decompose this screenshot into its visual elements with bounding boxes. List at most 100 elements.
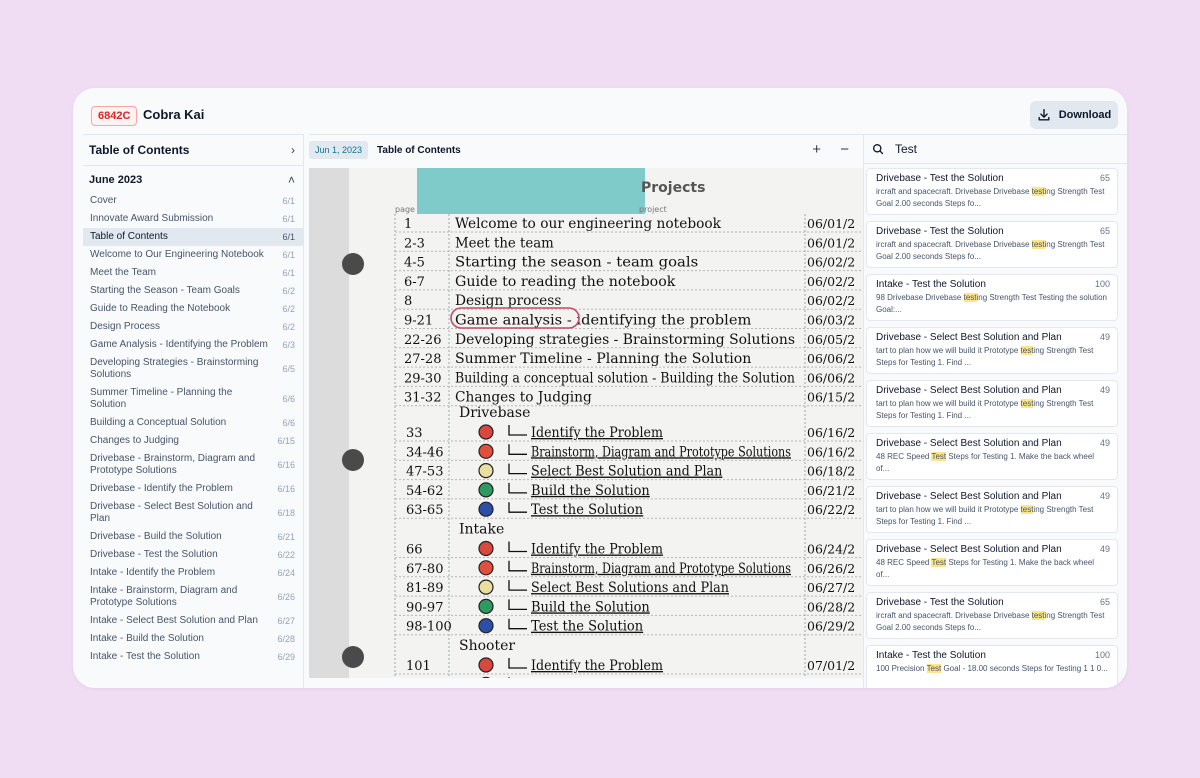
toc-item[interactable]: Cover 6/1 xyxy=(83,192,303,210)
entry-text: Build the Solution xyxy=(531,599,650,615)
status-dot xyxy=(478,443,494,459)
toc-item[interactable]: Innovate Award Submission 6/1 xyxy=(83,210,303,228)
toc-header[interactable]: Table of Contents › xyxy=(83,135,303,166)
entry-page: 8 xyxy=(404,294,412,309)
toc-item[interactable]: Intake - Select Best Solution and Plan 6/… xyxy=(83,612,303,630)
toc-item[interactable]: Starting the Season - Team Goals 6/2 xyxy=(83,282,303,300)
zoom-in-button[interactable]: + xyxy=(812,141,821,158)
toc-item-label: Welcome to Our Engineering Notebook xyxy=(90,249,264,260)
entry-date: 06/05/2 xyxy=(807,332,855,347)
entry-page: 22-26 xyxy=(404,333,441,348)
toc-item[interactable]: Changes to Judging 6/15 xyxy=(83,432,303,450)
result-title: Drivebase - Select Best Solution and Pla… xyxy=(876,544,1062,555)
toc-item[interactable]: Drivebase - Build the Solution 6/21 xyxy=(83,528,303,546)
status-dot xyxy=(478,598,494,614)
status-dot xyxy=(478,482,494,498)
zoom-out-button[interactable]: − xyxy=(840,141,849,158)
snippet-pre: 98 Drivebase Drivebase xyxy=(876,293,964,302)
toc-item[interactable]: Drivebase - Brainstorm, Diagram and Prot… xyxy=(83,450,303,480)
result-score: 49 xyxy=(1099,438,1110,448)
search-result-card[interactable]: Drivebase - Select Best Solution and Pla… xyxy=(866,486,1118,533)
search-result-card[interactable]: Drivebase - Test the Solution 65 ircraft a… xyxy=(866,592,1118,639)
entry-page: 9-21 xyxy=(404,314,433,329)
entry-date: 06/26/2 xyxy=(807,561,855,576)
result-title: Drivebase - Test the Solution xyxy=(876,226,1004,237)
search-result-card[interactable]: Drivebase - Test the Solution 65 ircraft a… xyxy=(866,168,1118,215)
search-result-card[interactable]: Drivebase - Select Best Solution and Pla… xyxy=(866,433,1118,480)
toc-item[interactable]: Building a Conceptual Solution 6/6 xyxy=(83,414,303,432)
month-group-header[interactable]: June 2023 ˄ xyxy=(83,168,303,192)
toc-item[interactable]: Drivebase - Select Best Solution and Pla… xyxy=(83,498,303,528)
toc-item-date: 6/28 xyxy=(277,634,295,644)
toc-item-label: Summer Timeline - Planning the Solution xyxy=(90,387,233,410)
toc-item-label: Developing Strategies - Brainstorming So… xyxy=(90,357,259,380)
app-window: 6842C Cobra Kai Download Table of Conten… xyxy=(73,88,1127,688)
sticky-note xyxy=(417,168,645,214)
toc-item[interactable]: Intake - Test the Solution 6/29 xyxy=(83,648,303,666)
toc-item[interactable]: Summer Timeline - Planning the Solution 6… xyxy=(83,384,303,414)
snippet-pre: 100 Precision xyxy=(876,664,927,673)
status-dot xyxy=(478,579,494,595)
search-results: Drivebase - Test the Solution 65 ircraft a… xyxy=(864,164,1127,688)
entry-date: 06/06/2 xyxy=(807,351,855,366)
entry-text: Game analysis - identifying the problem xyxy=(455,313,752,329)
toc-item[interactable]: Guide to Reading the Notebook 6/2 xyxy=(83,300,303,318)
search-result-card[interactable]: Intake - Test the Solution 100 98 Drivebas… xyxy=(866,274,1118,321)
toc-item-date: 6/2 xyxy=(282,322,295,332)
chevron-up-icon[interactable]: ˄ xyxy=(288,173,295,187)
search-result-card[interactable]: Drivebase - Select Best Solution and Pla… xyxy=(866,539,1118,586)
result-snippet: tart to plan how we will build it Protot… xyxy=(876,398,1108,422)
toc-item[interactable]: Game Analysis - Identifying the Problem 6… xyxy=(83,336,303,354)
toc-item[interactable]: Developing Strategies - Brainstorming So… xyxy=(83,354,303,384)
snippet-highlight: test xyxy=(1031,187,1045,196)
toc-item-label: Building a Conceptual Solution xyxy=(90,417,227,428)
toc-item-date: 6/1 xyxy=(282,232,295,242)
toc-item[interactable]: Table of Contents 6/1 xyxy=(83,228,303,246)
entry-page: 101 xyxy=(406,659,431,674)
search-bar xyxy=(864,135,1127,164)
toc-item[interactable]: Intake - Build the Solution 6/28 xyxy=(83,630,303,648)
status-dot xyxy=(478,540,494,557)
toc-item[interactable]: Intake - Brainstorm, Diagram and Prototy… xyxy=(83,582,303,612)
toc-item-date: 6/24 xyxy=(277,568,295,578)
toc-item[interactable]: Design Process 6/2 xyxy=(83,318,303,336)
snippet-highlight: Test xyxy=(926,664,942,673)
entry-text: Meet the team xyxy=(455,235,554,251)
result-title: Drivebase - Select Best Solution and Pla… xyxy=(876,491,1062,502)
entry-text: Starting the season - team goals xyxy=(455,255,698,271)
toc-item[interactable]: Drivebase - Test the Solution 6/22 xyxy=(83,546,303,564)
toc-item[interactable]: Drivebase - Identify the Problem 6/16 xyxy=(83,480,303,498)
chevron-right-icon[interactable]: › xyxy=(291,143,295,157)
entry-page: 67-80 xyxy=(406,562,443,577)
snippet-pre: ircraft and spacecraft. Drivebase Driveb… xyxy=(876,611,1032,620)
entry-page: 6-7 xyxy=(404,275,425,290)
entry-date: 06/02/2 xyxy=(807,293,855,308)
entry-date: 06/02/2 xyxy=(807,274,855,289)
search-result-card[interactable]: Drivebase - Select Best Solution and Pla… xyxy=(866,380,1118,427)
toc-item[interactable]: Intake - Identify the Problem 6/24 xyxy=(83,564,303,582)
entry-date: 06/27/2 xyxy=(807,580,855,595)
result-title: Drivebase - Select Best Solution and Pla… xyxy=(876,332,1062,343)
search-result-card[interactable]: Drivebase - Test the Solution 65 ircraft a… xyxy=(866,221,1118,268)
entry-page: 2-3 xyxy=(404,236,425,251)
toc-item[interactable]: Meet the Team 6/1 xyxy=(83,264,303,282)
search-input[interactable] xyxy=(893,141,1097,157)
toc-item[interactable]: Welcome to Our Engineering Notebook 6/1 xyxy=(83,246,303,264)
viewer-toolbar: Jun 1, 2023 Table of Contents + − xyxy=(309,135,863,165)
search-result-card[interactable]: Intake - Test the Solution 100 100 Precisi… xyxy=(866,645,1118,688)
entry-page: 29-30 xyxy=(404,371,441,386)
toc-item-date: 6/2 xyxy=(282,286,295,296)
search-result-card[interactable]: Drivebase - Select Best Solution and Pla… xyxy=(866,327,1118,374)
entry-text: Brainstorm, Diagram and Prototype Soluti… xyxy=(531,444,791,460)
status-dot xyxy=(478,657,494,673)
result-snippet: ircraft and spacecraft. Drivebase Driveb… xyxy=(876,610,1108,634)
result-snippet: tart to plan how we will build it Protot… xyxy=(876,504,1108,528)
toc-item-label: Intake - Identify the Problem xyxy=(90,567,216,578)
result-snippet: 48 REC Speed Test Steps for Testing 1. M… xyxy=(876,451,1108,475)
header: 6842C Cobra Kai Download xyxy=(73,88,1127,134)
snippet-pre: ircraft and spacecraft. Drivebase Driveb… xyxy=(876,187,1032,196)
result-title: Intake - Test the Solution xyxy=(876,650,986,661)
result-title: Drivebase - Select Best Solution and Pla… xyxy=(876,385,1062,396)
entry-date: 06/21/2 xyxy=(807,483,855,498)
download-button[interactable]: Download xyxy=(1030,101,1118,129)
